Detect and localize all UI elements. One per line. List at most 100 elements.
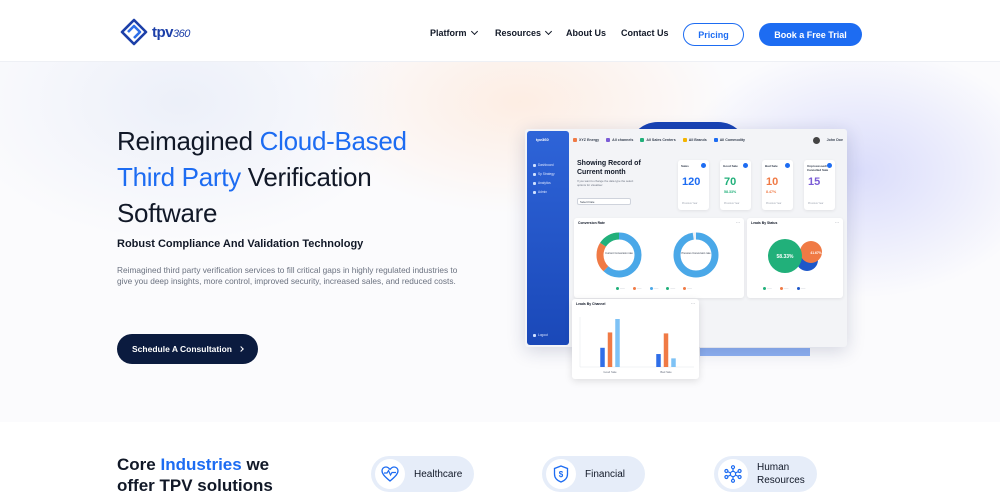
chevron-down-icon (470, 27, 478, 36)
kpi-card-bad-sale: Bad Sale 10 8.47% Previous Year (762, 160, 793, 210)
sidebar-item-analytics: Analytics (533, 181, 551, 185)
donut-segment (673, 232, 719, 278)
kpi-foot: Previous Year (682, 202, 698, 205)
topbar-filter: All Commodity (713, 138, 745, 143)
kpi-value: 15 (808, 176, 821, 188)
leads-channel-bar-chart: Good Sale Bad Sale (579, 317, 694, 374)
card-title: Leads By Status (751, 221, 778, 225)
pricing-button[interactable]: Pricing (683, 23, 744, 46)
hero-title-highlight: Third Party (117, 162, 241, 192)
channel-bar (607, 332, 613, 367)
heart-pulse-icon (375, 459, 405, 489)
kpi-percent: 8.47% (766, 190, 777, 194)
sidebar-item-dashboard: Dashboard (533, 163, 554, 167)
chart-legend: —— —— —— (763, 287, 805, 290)
core-industries-title: Core Industries we offer TPV solutions (117, 455, 273, 495)
category-label: Good Sale (603, 370, 617, 374)
industry-healthcare[interactable]: Healthcare (371, 456, 474, 492)
more-icon: ⋯ (736, 220, 740, 225)
topbar-filter: All Sales Centers (640, 138, 676, 143)
brand-logo[interactable]: tpv360 (119, 16, 190, 48)
nav-contact-us-label: Contact Us (621, 28, 669, 38)
sidebar-item-logout: Logout (533, 333, 548, 337)
topbar-user: John Doe (826, 138, 843, 142)
date-select: Select Date (577, 198, 631, 205)
industry-label: Human Resources (757, 462, 805, 486)
core-title-highlight: Industries (160, 455, 242, 474)
card-title: Leads By Channel (576, 302, 606, 306)
schedule-consultation-label: Schedule A Consultation (132, 344, 232, 354)
industry-label: Healthcare (414, 468, 463, 480)
channel-bar (600, 347, 605, 367)
donut-center-label: Current Conversion rate (605, 251, 633, 255)
avatar (812, 136, 820, 144)
channel-bar (671, 358, 676, 367)
nav-resources[interactable]: Resources (495, 27, 553, 38)
shield-dollar-icon: $ (546, 459, 576, 489)
industry-human-resources[interactable]: Human Resources (714, 456, 817, 492)
nav-platform-label: Platform (430, 28, 467, 38)
sidebar-item-strategy: Sp Strategy (533, 172, 555, 176)
logo-mark-icon (120, 18, 148, 46)
kpi-card-good-sale: Good Sale 70 58.33% Previous Year (720, 160, 751, 210)
book-free-trial-button[interactable]: Book a Free Trial (759, 23, 862, 46)
hero-subtitle: Robust Compliance And Validation Technol… (117, 238, 364, 250)
topbar-filter: All channels (606, 138, 633, 143)
kpi-card-unprocessed: Unprocessed/ Cancelled Sale 15 Previous … (804, 160, 835, 210)
leads-by-status-card: Leads By Status ⋯ 58.33% 41.67% —— —— —— (747, 218, 843, 298)
more-icon: ⋯ (835, 220, 839, 225)
industry-label: Financial (585, 468, 626, 480)
nav-resources-label: Resources (495, 28, 542, 38)
nav-contact-us[interactable]: Contact Us (621, 28, 669, 38)
kpi-label: Good Sale (723, 164, 738, 168)
sidebar-logo: tpv360 (536, 137, 549, 142)
kpi-percent: 58.33% (724, 190, 737, 194)
hero-description: Reimagined third party verification serv… (117, 265, 458, 287)
kpi-value: 10 (766, 176, 779, 188)
channel-bar (663, 333, 669, 367)
card-title: Conversion Rate (578, 221, 605, 225)
kpi-foot: Previous Year (766, 202, 782, 205)
kpi-foot: Previous Year (724, 202, 740, 205)
dashboard-topbar: XYZ Energy All channels All Sales Center… (573, 133, 843, 147)
sidebar-item-admin: Admin (533, 190, 547, 194)
top-navigation: tpv360 Platform Resources About Us Conta… (0, 0, 1000, 62)
record-title: Showing Record of Current month (577, 160, 641, 176)
donut-center-label: Previous Conversion rate (681, 251, 711, 255)
kpi-label: Bad Sale (765, 164, 778, 168)
svg-text:$: $ (559, 470, 564, 479)
kpi-label: Unprocessed/ Cancelled Sale (807, 164, 829, 172)
channel-bar (615, 319, 620, 367)
chevron-right-icon (238, 346, 244, 352)
nav-platform[interactable]: Platform (430, 27, 478, 38)
channel-bar (656, 354, 661, 367)
kpi-label: Sales (681, 164, 689, 168)
dashboard-sidebar: tpv360 Dashboard Sp Strategy Analytics A… (527, 131, 569, 345)
previous-conversion-donut: Previous Conversion rate (673, 232, 719, 278)
logo-text: tpv360 (152, 23, 190, 41)
kpi-value: 70 (724, 176, 737, 188)
topbar-filter: All Brands (682, 138, 707, 143)
hero-title: Reimagined Cloud-Based Third Party Verif… (117, 126, 407, 228)
industry-financial[interactable]: $ Financial (542, 456, 645, 492)
category-label: Bad Sale (660, 370, 672, 374)
hero-title-highlight: Cloud-Based (259, 126, 407, 156)
leads-by-channel-card: Leads By Channel ⋯ Good Sale Bad Sale (572, 299, 699, 379)
chevron-down-icon (544, 27, 553, 36)
kpi-value: 120 (682, 176, 701, 188)
nav-about-us-label: About Us (566, 28, 606, 38)
leads-status-bubbles: 58.33% 41.67% (768, 239, 822, 273)
people-network-icon (718, 459, 748, 489)
schedule-consultation-button[interactable]: Schedule A Consultation (117, 334, 258, 364)
nav-about-us[interactable]: About Us (566, 28, 606, 38)
chart-legend: —— —— —— —— —— (616, 287, 692, 290)
current-conversion-donut: Current Conversion rate (596, 232, 642, 278)
bubble-label: 58.33% (777, 254, 795, 260)
bubble-label: 41.67% (810, 251, 821, 255)
kpi-foot: Previous Year (808, 202, 824, 205)
decorative-bar (700, 348, 810, 356)
more-icon: ⋯ (691, 301, 695, 306)
conversion-rate-card: Conversion Rate ⋯ Current Conversion rat… (574, 218, 744, 298)
kpi-card-sales: Sales 120 Previous Year (678, 160, 709, 210)
record-subtitle: If you want to change the data type the … (577, 179, 634, 187)
